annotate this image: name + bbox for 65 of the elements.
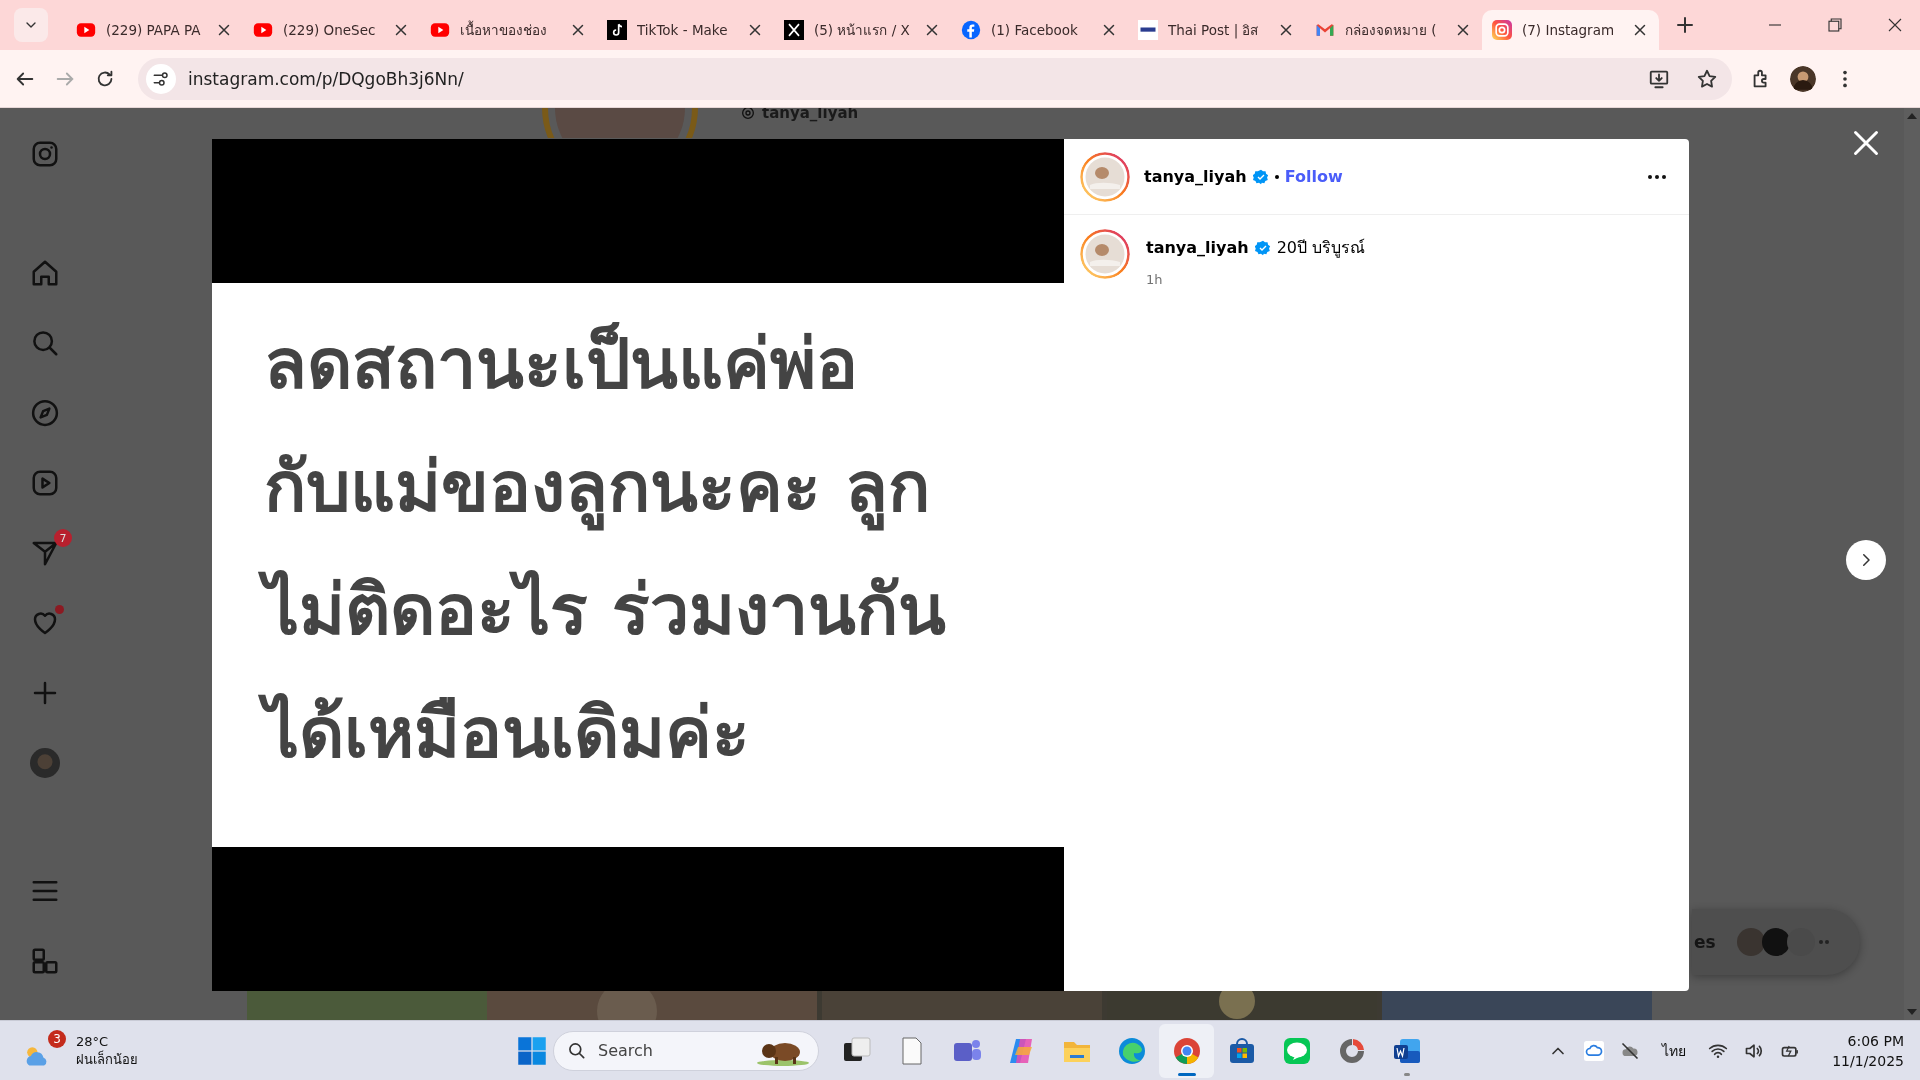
browser-tab[interactable]: (1) Facebook [951,10,1128,50]
site-settings-icon[interactable] [146,63,176,94]
clock[interactable]: 6:06 PM 11/1/2025 [1832,1030,1904,1071]
tab-title: TikTok - Make [637,22,729,38]
camera-logo-icon [1492,20,1512,40]
browser-tab[interactable]: Thai Post | อิส [1128,10,1305,50]
browser-tab[interactable]: (229) OneSec [243,10,420,50]
image-text: กับแม่ของลูกนะคะ ลูก [252,426,943,549]
username-link[interactable]: tanya_liyah [1146,238,1249,257]
address-bar[interactable]: instagram.com/p/DQgoBh3j6Nn/ [138,57,1732,100]
apps-grid-icon[interactable] [30,946,60,976]
browser-tab[interactable]: (229) PAPA PA [66,10,243,50]
tab-title: (229) PAPA PA [106,22,202,38]
cloud-icon[interactable] [1584,1040,1605,1061]
browser-tab[interactable]: (5) หน้าแรก / X [774,10,951,50]
tab-title: (229) OneSec [283,22,377,38]
windows-start-icon[interactable] [517,1035,547,1066]
profile-avatar-icon[interactable] [1790,65,1816,92]
restore-icon[interactable] [1826,16,1844,34]
caption-text: 20ปี บริบูรณ์ [1276,237,1366,260]
music-note-icon [607,20,627,40]
reels-icon[interactable] [30,468,60,498]
browser-tab[interactable]: เนื้อหาของช่อง [420,10,597,50]
avatar-stack-icon [1735,927,1831,957]
notification-badge: 7 [54,529,72,547]
youtube-play-icon [430,20,450,40]
facebook-logo-icon [961,20,981,40]
tab-title: กล่องจดหมาย ( [1345,21,1438,40]
next-post-button[interactable] [1846,540,1886,580]
browser-tab[interactable]: กล่องจดหมาย ( [1305,10,1482,50]
language-indicator[interactable]: ไทย [1662,1039,1687,1062]
tab-title: (1) Facebook [991,22,1079,38]
tab-title: Thai Post | อิส [1168,21,1260,41]
youtube-play-icon [76,20,96,40]
x-logo-icon [784,20,804,40]
notification-badge: 3 [48,1029,66,1048]
newspaper-icon [1138,20,1158,40]
follow-button[interactable]: Follow [1284,167,1343,186]
youtube-play-icon [253,20,273,40]
image-text: ลดสถานะเป็นแค่พ่อ [263,321,859,407]
weather-condition-text: ฝนเล็กน้อย [76,1050,138,1069]
instagram-logo-icon[interactable] [30,139,60,169]
browser-tab[interactable]: (7) Instagram [1482,10,1659,50]
separator-dot [1274,174,1279,179]
tab-title: (5) หน้าแรก / X [814,21,911,40]
username-link[interactable]: tanya_liyah [1144,167,1247,186]
close-icon[interactable] [1852,129,1880,157]
tab-title: (7) Instagram [1522,22,1616,38]
home-icon[interactable] [30,258,60,288]
image-text: ได้เหมือนเดิมค่ะ [252,672,762,795]
browser-tab[interactable]: TikTok - Make [597,10,774,50]
compass-icon[interactable] [30,398,60,428]
close-icon[interactable] [1886,16,1904,34]
bookmark-star-icon[interactable] [1696,67,1718,90]
tab-title: เนื้อหาของช่อง [460,19,548,40]
image-text: ไม่ติดอะไร ร่วมงานกัน [252,549,959,672]
threads-logo-icon[interactable] [740,108,756,121]
temperature-text: 28°C [76,1032,110,1050]
profile-photo-ring-icon [540,108,700,138]
post-time: 1h [1146,272,1164,287]
cloud-off-icon[interactable] [1620,1040,1641,1061]
url-text: instagram.com/p/DQgoBh3j6Nn/ [188,68,465,89]
search-icon[interactable] [30,328,60,358]
search-icon [567,1040,587,1061]
taskbar-search-field[interactable]: Search [553,1030,819,1071]
